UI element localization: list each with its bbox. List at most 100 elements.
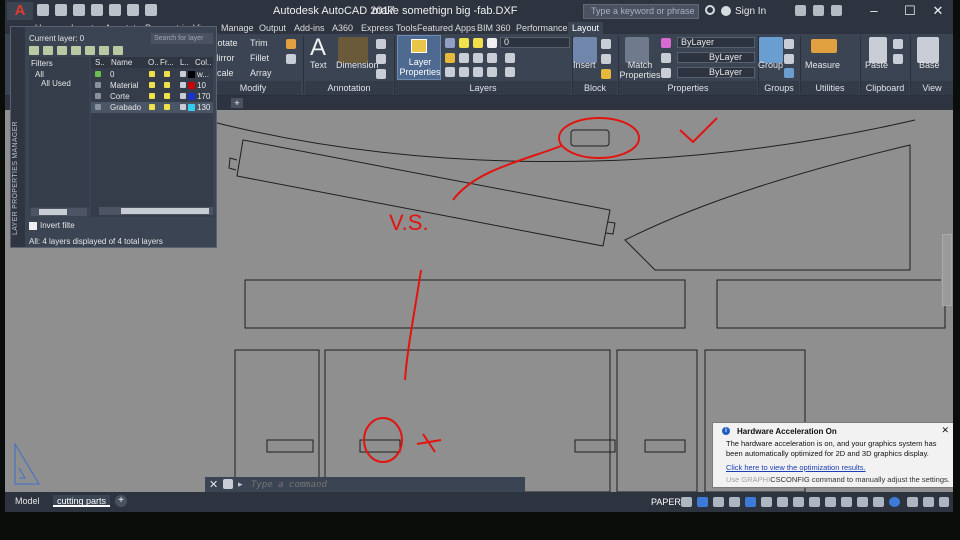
layer-tool-icon[interactable] <box>459 67 469 77</box>
close-command-icon[interactable]: ✕ <box>209 478 218 491</box>
leader-icon[interactable] <box>376 54 386 64</box>
lock-icon[interactable] <box>180 82 186 88</box>
explode-icon[interactable] <box>286 54 296 64</box>
panel-title-block[interactable]: Block <box>573 82 617 94</box>
tab-add-ins[interactable]: Add-ins <box>294 22 325 34</box>
tab-express-tools[interactable]: Express Tools <box>361 22 417 34</box>
panel-title-modify[interactable]: Modify <box>205 82 301 94</box>
column-freeze[interactable]: Fr... <box>160 57 174 68</box>
new-property-filter-icon[interactable] <box>29 46 39 55</box>
column-color[interactable]: Col.. <box>195 57 211 68</box>
otrack-icon[interactable] <box>729 497 740 507</box>
scrollbar-thumb[interactable] <box>39 209 67 215</box>
layer-color-icon[interactable] <box>487 38 497 48</box>
layer-row[interactable]: Material 10 <box>91 80 213 91</box>
exchange-icon[interactable] <box>795 5 806 16</box>
add-layout-button[interactable]: + <box>115 495 127 507</box>
snap-icon[interactable] <box>681 497 692 507</box>
transparency-icon[interactable] <box>761 497 772 507</box>
search-input[interactable]: Type a keyword or phrase <box>583 4 699 19</box>
match-properties-button[interactable]: Match Properties <box>619 60 661 80</box>
command-input[interactable] <box>251 478 519 491</box>
set-current-icon[interactable] <box>113 46 123 55</box>
layer-states-icon[interactable] <box>57 46 67 55</box>
lineweight-dropdown[interactable]: ByLayer <box>677 52 755 63</box>
minimize-button[interactable]: – <box>861 3 887 19</box>
sun-icon[interactable] <box>164 93 170 99</box>
layer-state-icon[interactable] <box>445 38 455 48</box>
text-button[interactable]: Text <box>310 60 327 70</box>
layer-color-swatch[interactable] <box>188 71 195 78</box>
group-edit-icon[interactable] <box>784 54 794 64</box>
optimization-results-link[interactable]: Click here to view the optimization resu… <box>726 463 866 472</box>
checkbox-box[interactable] <box>29 221 37 230</box>
layer-search-input[interactable]: Search for layer <box>151 33 213 44</box>
layer-properties-button[interactable]: Layer Properties <box>397 35 441 80</box>
layer-row[interactable]: Corte 170 <box>91 91 213 102</box>
application-menu-button[interactable]: A <box>7 2 33 20</box>
tab-layout[interactable]: Layout <box>568 22 604 34</box>
panel-title-properties[interactable]: Properties <box>619 82 757 94</box>
help-icon[interactable] <box>831 5 842 16</box>
maximize-button[interactable]: ☐ <box>897 3 923 19</box>
create-block-icon[interactable] <box>601 39 611 49</box>
linear-dim-icon[interactable] <box>376 39 386 49</box>
measure-button[interactable]: Measure <box>805 60 840 70</box>
tab-a360[interactable]: A360 <box>332 22 353 34</box>
table-icon[interactable] <box>376 69 386 79</box>
layer-tool-icon[interactable] <box>487 53 497 63</box>
column-status[interactable]: S.. <box>95 57 105 68</box>
layer-tool-icon[interactable] <box>505 67 515 77</box>
color-dropdown[interactable]: ByLayer <box>677 37 755 48</box>
column-lock[interactable]: L.. <box>180 57 189 68</box>
undo-icon[interactable] <box>127 4 139 16</box>
sun-icon[interactable] <box>164 71 170 77</box>
tab-cutting-parts[interactable]: cutting parts <box>53 495 111 507</box>
fillet-button[interactable]: Fillet <box>250 53 269 63</box>
panel-title-clipboard[interactable]: Clipboard <box>861 82 909 94</box>
new-icon[interactable] <box>37 4 49 16</box>
lock-icon[interactable] <box>180 93 186 99</box>
save-as-icon[interactable] <box>91 4 103 16</box>
lock-ui-icon[interactable] <box>873 497 884 507</box>
layer-color-swatch[interactable] <box>188 104 195 111</box>
customize-icon[interactable] <box>223 479 233 489</box>
lineweight-icon[interactable] <box>661 53 671 63</box>
isolate-objects-icon[interactable] <box>907 497 918 507</box>
close-button[interactable]: ✕ <box>925 3 951 19</box>
quick-properties-icon[interactable] <box>857 497 868 507</box>
layer-tool-icon[interactable] <box>505 53 515 63</box>
redo-icon[interactable] <box>145 4 157 16</box>
sun-icon[interactable] <box>164 104 170 110</box>
paper-space-toggle[interactable]: PAPER <box>651 497 681 507</box>
group-select-icon[interactable] <box>784 68 794 78</box>
filter-tree-scrollbar[interactable] <box>31 208 87 216</box>
panel-title-layers[interactable]: Layers <box>395 82 571 94</box>
array-button[interactable]: Array <box>250 68 272 78</box>
panel-title-annotation[interactable]: Annotation <box>305 82 393 94</box>
layer-tool-icon[interactable] <box>459 53 469 63</box>
linetype-icon[interactable] <box>661 68 671 78</box>
filter-all[interactable]: All <box>29 70 89 79</box>
open-icon[interactable] <box>55 4 67 16</box>
tab-model[interactable]: Model <box>11 495 44 507</box>
text-icon[interactable]: A <box>310 34 326 62</box>
lightbulb-icon[interactable] <box>149 104 155 110</box>
clean-screen-icon[interactable] <box>923 497 934 507</box>
a360-icon[interactable] <box>813 5 824 16</box>
layer-row[interactable]: 0 w... <box>91 69 213 80</box>
layer-tool-icon[interactable] <box>473 67 483 77</box>
layer-table-scrollbar[interactable] <box>99 207 213 215</box>
new-vp-layer-icon[interactable] <box>85 46 95 55</box>
new-tab-button[interactable]: + <box>231 98 243 108</box>
column-name[interactable]: Name <box>111 57 132 68</box>
base-button[interactable]: Base <box>919 60 940 70</box>
close-notification-button[interactable]: ✕ <box>941 425 949 436</box>
steering-wheel-bar[interactable] <box>942 234 952 306</box>
scrollbar-thumb[interactable] <box>121 208 209 214</box>
cut-icon[interactable] <box>893 39 903 49</box>
group-button[interactable]: Group <box>758 60 783 70</box>
sun-icon[interactable] <box>164 82 170 88</box>
edit-attributes-icon[interactable] <box>601 69 611 79</box>
dimension-button[interactable]: Dimension <box>336 60 379 70</box>
